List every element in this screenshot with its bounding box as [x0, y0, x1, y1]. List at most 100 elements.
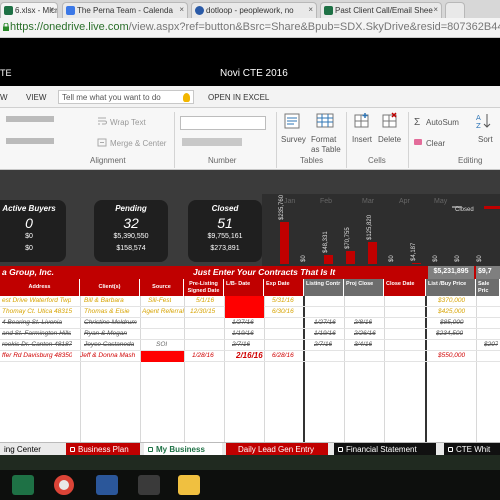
cell-listing-contr[interactable]: 1/27/16 — [314, 319, 336, 326]
monthly-closed-chart[interactable]: Jan Feb Mar Apr May Closed $235,760 $0 $48… — [262, 194, 500, 266]
delete-button[interactable]: Delete — [378, 135, 401, 144]
table-row[interactable]: ffer Rd Davisburg 48350 Jeff & Donna Mas… — [0, 351, 500, 362]
cell-source[interactable]: Sili-Fest — [148, 297, 171, 304]
cell-source[interactable]: Agent Referral — [142, 308, 184, 315]
cell-proj-close[interactable]: 3/4/16 — [354, 341, 372, 348]
col-sale-price[interactable]: Sale Pric — [476, 279, 500, 296]
cell-lb-date[interactable]: 2/16/16 — [236, 351, 263, 360]
group-cells: Cells — [368, 156, 386, 165]
survey-button[interactable]: Survey — [281, 135, 306, 144]
col-lb-date[interactable]: L/B- Date — [224, 279, 264, 296]
cell-lb-date[interactable]: 2/7/16 — [232, 341, 250, 348]
sheet-tab-label: Daily Lead Gen Entry — [238, 445, 315, 454]
cell-source[interactable]: SOI — [156, 341, 167, 348]
calendar-icon — [66, 6, 75, 15]
cell-lb-date[interactable]: 1/27/16 — [232, 319, 254, 326]
col-address[interactable]: Address — [0, 279, 80, 296]
table-row[interactable]: and St. Farmington Hills Ryan & Megan 1/… — [0, 329, 500, 340]
month-label: Jan — [284, 198, 296, 205]
col-close-date[interactable]: Close Date — [384, 279, 426, 296]
cell-clients[interactable]: Joyce Castaneda — [84, 341, 134, 348]
sort-button[interactable]: Sort — [478, 135, 493, 144]
cell-lb-date-highlight[interactable] — [225, 296, 264, 307]
align-icons[interactable] — [6, 116, 54, 122]
autosum-button[interactable]: AutoSum — [426, 118, 459, 127]
tell-me-input[interactable]: Tell me what you want to do — [58, 90, 194, 104]
new-tab-button[interactable] — [445, 2, 465, 18]
merge-center-button[interactable]: Merge & Center — [110, 139, 166, 148]
align-icons[interactable] — [6, 138, 54, 144]
browser-tab[interactable]: Past Client Call/Email Shee × — [320, 2, 442, 18]
table-row[interactable]: Thomay Ct. Utica 48315 Thomas & Elsie Ag… — [0, 307, 500, 318]
col-list-price[interactable]: List /Buy Price — [426, 279, 476, 296]
browser-tab[interactable]: dotloop - peoplework, no × — [191, 2, 317, 18]
insert-button[interactable]: Insert — [352, 135, 372, 144]
cell-clients[interactable]: Ryan & Megan — [84, 330, 127, 337]
close-icon[interactable]: × — [179, 5, 184, 14]
spreadsheet-area[interactable]: Active Buyers 0 $0 $0 Pending 32 $5,390,… — [0, 170, 500, 442]
cell-address[interactable]: and St. Farmington Hills — [2, 330, 71, 337]
chart-bar — [280, 222, 289, 264]
cell-address[interactable]: ffer Rd Davisburg 48350 — [2, 352, 72, 359]
tab-view-partial[interactable]: W — [0, 93, 8, 102]
col-clients[interactable]: Client(s) — [80, 279, 140, 296]
table-row[interactable]: 4 Bearing St. Livonia Christine Meldrum … — [0, 318, 500, 329]
tell-me-placeholder: Tell me what you want to do — [62, 93, 161, 102]
clear-button[interactable]: Clear — [426, 139, 445, 148]
number-format-dropdown[interactable] — [180, 116, 266, 130]
cell-clients[interactable]: Jeff & Donna Mash — [80, 352, 135, 359]
cell-source-highlight[interactable] — [141, 351, 184, 362]
cell-lb-date[interactable]: 1/19/16 — [232, 330, 254, 337]
cell-list-price[interactable]: $234,500 — [436, 330, 463, 337]
app-icon[interactable] — [138, 475, 160, 495]
excel-icon[interactable] — [12, 475, 34, 495]
close-icon[interactable]: × — [49, 5, 54, 14]
cell-listing-contr[interactable]: 1/19/16 — [314, 330, 336, 337]
wrap-text-button[interactable]: Wrap Text — [110, 118, 146, 127]
instruction-banner: Just Enter Your Contracts That Is It — [193, 267, 336, 277]
cell-clients[interactable]: Thomas & Elsie — [84, 308, 130, 315]
close-icon[interactable]: × — [308, 5, 313, 14]
cell-exp-date[interactable]: 5/31/16 — [272, 297, 294, 304]
col-proj-close[interactable]: Proj Close — [344, 279, 384, 296]
cell-lb-date-highlight[interactable] — [225, 307, 264, 318]
cell-prelisting-date[interactable]: 5/1/16 — [196, 297, 214, 304]
table-row[interactable]: rookis Dr. Canton 48187 Joyce Castaneda … — [0, 340, 500, 351]
browser-tab[interactable]: The Perna Team - Calenda × — [62, 2, 188, 18]
merge-center-icon — [97, 138, 107, 147]
cell-list-price[interactable]: $370,000 — [438, 297, 465, 304]
cell-address[interactable]: est Drive Waterford Twp — [2, 297, 71, 304]
cell-exp-date[interactable]: 6/28/16 — [272, 352, 294, 359]
word-icon[interactable] — [96, 475, 118, 495]
table-row[interactable]: est Drive Waterford Twp Bill & Barbara S… — [0, 296, 500, 307]
cell-address[interactable]: 4 Bearing St. Livonia — [2, 319, 62, 326]
cell-list-price[interactable]: $550,000 — [438, 352, 465, 359]
cell-listing-contr[interactable]: 2/7/16 — [314, 341, 332, 348]
cell-prelisting-date[interactable]: 12/30/15 — [190, 308, 215, 315]
cell-sale-price[interactable]: $207 — [484, 341, 498, 348]
cell-clients[interactable]: Bill & Barbara — [84, 297, 124, 304]
svg-text:A: A — [476, 114, 481, 122]
col-source[interactable]: Source — [140, 279, 184, 296]
close-icon[interactable]: × — [433, 5, 438, 14]
browser-tab[interactable]: 6.xlsx - Micr × — [0, 2, 58, 18]
open-in-excel-button[interactable]: OPEN IN EXCEL — [208, 93, 269, 102]
address-bar[interactable]: https://onedrive.live.com/view.aspx?ref=… — [0, 18, 500, 38]
cell-exp-date[interactable]: 6/30/16 — [272, 308, 294, 315]
cell-list-price[interactable]: $85,000 — [440, 319, 464, 326]
format-as-table-button[interactable]: Format as Table — [311, 135, 341, 155]
col-prelisting-date[interactable]: Pre-Listing Signed Date — [184, 279, 224, 296]
col-exp-date[interactable]: Exp Date — [264, 279, 304, 296]
cell-list-price[interactable]: $425,000 — [438, 308, 465, 315]
cell-clients[interactable]: Christine Meldrum — [84, 319, 137, 326]
tab-view[interactable]: VIEW — [26, 93, 46, 102]
folder-icon[interactable] — [178, 475, 200, 495]
cell-proj-close[interactable]: 2/8/16 — [354, 319, 372, 326]
cell-proj-close[interactable]: 2/26/16 — [354, 330, 376, 337]
chrome-icon[interactable] — [54, 475, 74, 495]
cell-prelisting-date[interactable]: 1/28/16 — [192, 352, 214, 359]
col-listing-contr[interactable]: Listing Contr — [304, 279, 344, 296]
cell-address[interactable]: rookis Dr. Canton 48187 — [2, 341, 72, 348]
cell-address[interactable]: Thomay Ct. Utica 48315 — [2, 308, 72, 315]
number-format-icons[interactable] — [182, 138, 242, 146]
